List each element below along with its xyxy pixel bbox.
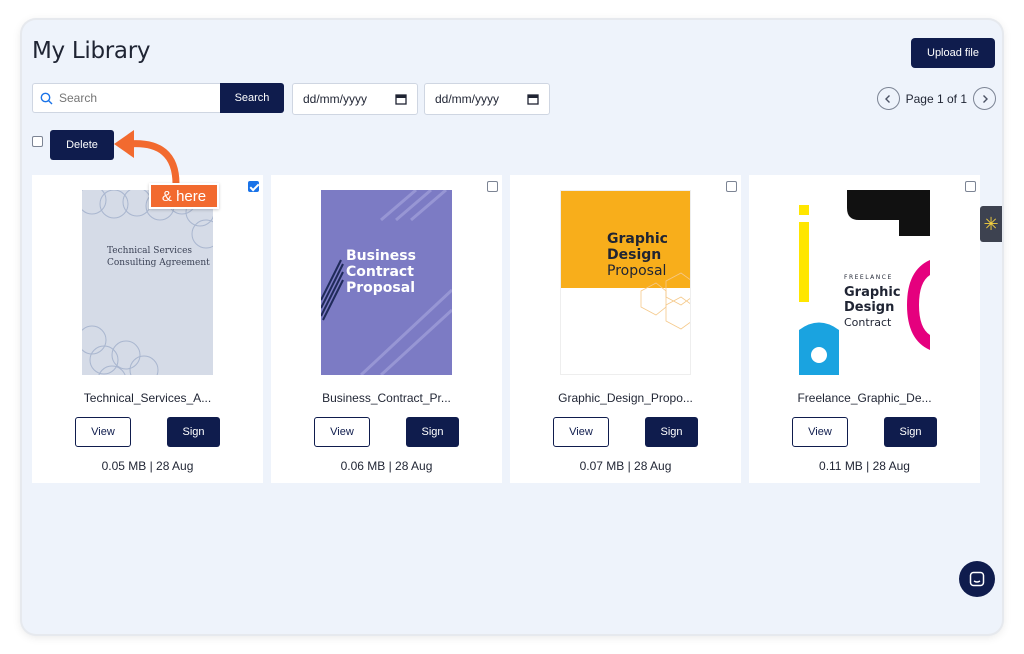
search-icon bbox=[40, 92, 53, 104]
calendar-icon[interactable] bbox=[527, 93, 539, 105]
start-date-input[interactable]: dd/mm/yyyy bbox=[292, 83, 418, 115]
chevron-left-icon bbox=[885, 94, 891, 103]
thumbnail-text: Business Contract Proposal bbox=[346, 248, 416, 296]
view-button[interactable]: View bbox=[75, 417, 131, 447]
delete-button[interactable]: Delete bbox=[50, 130, 114, 160]
pagination: Page 1 of 1 bbox=[876, 87, 996, 110]
next-page-button[interactable] bbox=[973, 87, 996, 110]
view-button[interactable]: View bbox=[553, 417, 609, 447]
page-indicator: Page 1 of 1 bbox=[905, 91, 967, 106]
sign-button[interactable]: Sign bbox=[406, 417, 459, 447]
thumbnail-text: Graphic Design Proposal bbox=[607, 231, 668, 279]
document-thumbnail[interactable]: Technical Services Consulting Agreement bbox=[82, 190, 213, 375]
library-panel: My Library Upload file Search dd/mm/yyyy… bbox=[22, 20, 1002, 634]
thumbnail-text: FREELANCE Graphic Design Contract bbox=[844, 274, 901, 329]
chat-icon bbox=[969, 571, 985, 587]
card-checkbox[interactable] bbox=[487, 181, 498, 192]
select-all-checkbox[interactable] bbox=[32, 136, 43, 147]
file-name: Technical_Services_A... bbox=[83, 391, 212, 405]
search-field[interactable] bbox=[32, 83, 220, 113]
thumbnail-text: Technical Services Consulting Agreement bbox=[107, 246, 210, 268]
card-checkbox[interactable] bbox=[248, 181, 259, 192]
prev-page-button[interactable] bbox=[876, 87, 900, 110]
curved-arrow-icon bbox=[114, 130, 180, 188]
calendar-icon[interactable] bbox=[395, 93, 407, 105]
upload-file-button[interactable]: Upload file bbox=[911, 38, 995, 68]
document-thumbnail[interactable]: Business Contract Proposal bbox=[321, 190, 452, 375]
document-thumbnail[interactable]: Graphic Design Proposal bbox=[560, 190, 691, 375]
document-card: Technical Services Consulting Agreement … bbox=[32, 175, 263, 483]
file-name: Freelance_Graphic_De... bbox=[797, 391, 932, 405]
sign-button[interactable]: Sign bbox=[645, 417, 698, 447]
document-card: Graphic Design Proposal Graphic_Design_P… bbox=[510, 175, 741, 483]
file-meta: 0.07 MB | 28 Aug bbox=[579, 459, 672, 473]
file-meta: 0.05 MB | 28 Aug bbox=[101, 459, 194, 473]
asterisk-icon: ✳ bbox=[983, 213, 999, 234]
sign-button[interactable]: Sign bbox=[884, 417, 937, 447]
date-placeholder: dd/mm/yyyy bbox=[303, 92, 368, 106]
end-date-input[interactable]: dd/mm/yyyy bbox=[424, 83, 550, 115]
document-thumbnail[interactable]: FREELANCE Graphic Design Contract bbox=[799, 190, 930, 375]
annotation-callout: & here bbox=[149, 183, 219, 209]
document-card: FREELANCE Graphic Design Contract Freela… bbox=[749, 175, 980, 483]
file-name: Graphic_Design_Propo... bbox=[558, 391, 693, 405]
document-grid: Technical Services Consulting Agreement … bbox=[32, 175, 980, 483]
chevron-right-icon bbox=[982, 94, 988, 103]
page-title: My Library bbox=[32, 38, 151, 64]
chat-launcher-button[interactable] bbox=[959, 561, 995, 597]
card-checkbox[interactable] bbox=[726, 181, 737, 192]
file-meta: 0.06 MB | 28 Aug bbox=[340, 459, 433, 473]
file-meta: 0.11 MB | 28 Aug bbox=[819, 459, 910, 473]
file-name: Business_Contract_Pr... bbox=[322, 391, 451, 405]
view-button[interactable]: View bbox=[792, 417, 848, 447]
date-placeholder: dd/mm/yyyy bbox=[435, 92, 500, 106]
search-button[interactable]: Search bbox=[220, 83, 284, 113]
side-widget-tab[interactable]: ✳ bbox=[980, 206, 1002, 242]
view-button[interactable]: View bbox=[314, 417, 370, 447]
hexagon-pattern bbox=[640, 272, 690, 330]
circles-pattern bbox=[82, 190, 213, 375]
search-input[interactable] bbox=[59, 91, 209, 105]
document-card: Business Contract Proposal Business_Cont… bbox=[271, 175, 502, 483]
card-checkbox[interactable] bbox=[965, 181, 976, 192]
sign-button[interactable]: Sign bbox=[167, 417, 220, 447]
